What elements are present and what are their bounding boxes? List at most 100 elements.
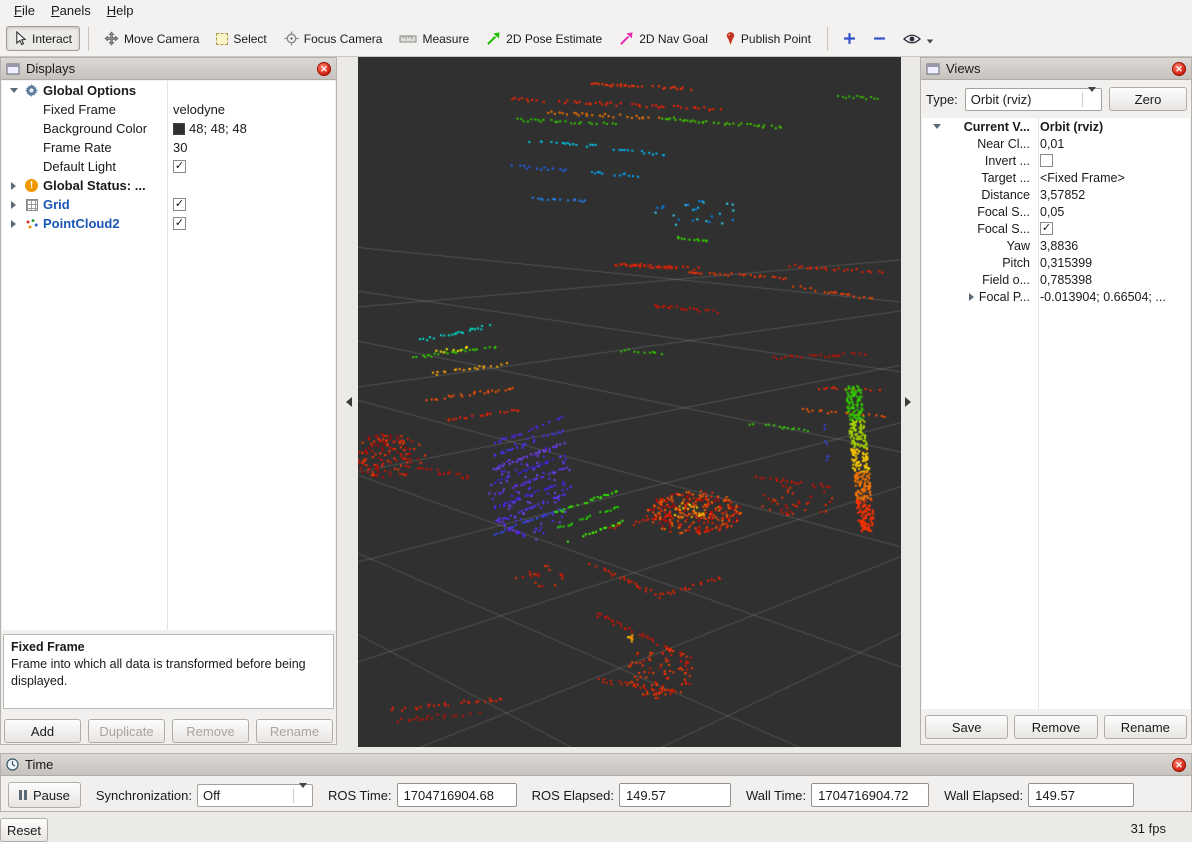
property-value[interactable]: 0,05 xyxy=(1034,205,1190,219)
tool-measure[interactable]: Measure xyxy=(391,27,477,51)
property-row-background-color[interactable]: Background Color 48; 48; 48 xyxy=(2,119,335,138)
property-row-global-options[interactable]: Global Options xyxy=(2,81,335,100)
time-panel-header[interactable]: Time ✕ xyxy=(1,754,1191,776)
rename-button[interactable]: Rename xyxy=(256,719,333,743)
default-light-checkbox[interactable]: ✓ xyxy=(173,160,186,173)
property-value[interactable]: <Fixed Frame> xyxy=(1034,171,1190,185)
view-row-focal-shape-size[interactable]: Focal S... 0,05 xyxy=(922,203,1190,220)
menu-help[interactable]: Help xyxy=(99,2,142,19)
tool-2d-pose-estimate[interactable]: 2D Pose Estimate xyxy=(478,26,610,51)
remove-button[interactable]: Remove xyxy=(1014,715,1097,739)
3d-viewport[interactable] xyxy=(358,57,901,747)
displays-panel-header[interactable]: Displays ✕ xyxy=(1,58,336,80)
tool-move-camera[interactable]: Move Camera xyxy=(96,26,207,51)
chevron-down-icon xyxy=(293,788,307,803)
view-row-target-frame[interactable]: Target ... <Fixed Frame> xyxy=(922,169,1190,186)
property-value[interactable]: 0,01 xyxy=(1034,137,1190,151)
magenta-arrow-icon xyxy=(619,31,634,46)
tool-select[interactable]: Select xyxy=(208,27,274,51)
duplicate-button[interactable]: Duplicate xyxy=(88,719,165,743)
close-icon[interactable]: ✕ xyxy=(1172,758,1186,772)
tool-focus-camera[interactable]: Focus Camera xyxy=(276,26,391,51)
save-button[interactable]: Save xyxy=(925,715,1008,739)
property-value[interactable]: 0,315399 xyxy=(1034,256,1190,270)
property-value[interactable]: 48; 48; 48 xyxy=(168,121,335,136)
pause-label: Pause xyxy=(33,788,70,803)
wall-elapsed-input[interactable]: 149.57 xyxy=(1028,783,1134,807)
ros-elapsed-input[interactable]: 149.57 xyxy=(619,783,731,807)
expander-closed-icon[interactable] xyxy=(969,293,974,301)
expander-open-icon[interactable] xyxy=(7,88,20,93)
splitter-arrow-left[interactable] xyxy=(346,397,352,407)
zero-button[interactable]: Zero xyxy=(1109,87,1187,111)
wall-time-label: Wall Time: xyxy=(746,788,806,803)
property-row-frame-rate[interactable]: Frame Rate 30 xyxy=(2,138,335,157)
close-icon[interactable]: ✕ xyxy=(317,62,331,76)
ros-elapsed-label: ROS Elapsed: xyxy=(532,788,614,803)
view-row-yaw[interactable]: Yaw 3,8836 xyxy=(922,237,1190,254)
property-value[interactable]: 3,8836 xyxy=(1034,239,1190,253)
view-type-row: Type: Orbit (rviz) Zero xyxy=(926,87,1187,111)
view-row-invert-z[interactable]: Invert ... xyxy=(922,152,1190,169)
remove-tool-button[interactable] xyxy=(865,27,894,50)
close-icon[interactable]: ✕ xyxy=(1172,62,1186,76)
property-row-global-status[interactable]: ! Global Status: ... xyxy=(2,176,335,195)
invert-z-checkbox[interactable] xyxy=(1040,154,1053,167)
property-value[interactable]: velodyne xyxy=(168,102,335,117)
add-button[interactable]: Add xyxy=(4,719,81,743)
views-panel-header[interactable]: Views ✕ xyxy=(921,58,1191,80)
expander-closed-icon[interactable] xyxy=(7,220,20,228)
property-value: Orbit (rviz) xyxy=(1034,120,1190,134)
display-row-grid[interactable]: Grid ✓ xyxy=(2,195,335,214)
display-row-pointcloud2[interactable]: PointCloud2 ✓ xyxy=(2,214,335,233)
pause-icon xyxy=(19,790,27,800)
clock-icon xyxy=(6,758,19,771)
menu-file[interactable]: File xyxy=(6,2,43,19)
property-value[interactable]: -0.013904; 0.66504; ... xyxy=(1034,290,1190,304)
pause-button[interactable]: Pause xyxy=(8,782,81,808)
color-swatch xyxy=(173,123,185,135)
menu-panels[interactable]: Panels xyxy=(43,2,99,19)
reset-button[interactable]: Reset xyxy=(0,818,48,842)
focal-shape-checkbox[interactable]: ✓ xyxy=(1040,222,1053,235)
tool-label: Measure xyxy=(422,32,469,46)
tool-2d-nav-goal[interactable]: 2D Nav Goal xyxy=(611,26,716,51)
view-row-near-clip[interactable]: Near Cl... 0,01 xyxy=(922,135,1190,152)
view-row-pitch[interactable]: Pitch 0,315399 xyxy=(922,254,1190,271)
ros-time-input[interactable]: 1704716904.68 xyxy=(397,783,517,807)
move-arrows-icon xyxy=(104,31,119,46)
plus-icon xyxy=(843,32,856,45)
toolbar: Interact Move Camera Select Focus Camera… xyxy=(0,21,1192,57)
view-row-focal-point[interactable]: Focal P... -0.013904; 0.66504; ... xyxy=(922,288,1190,305)
pointcloud-canvas[interactable] xyxy=(358,57,901,747)
wall-time-input[interactable]: 1704716904.72 xyxy=(811,783,929,807)
rename-button[interactable]: Rename xyxy=(1104,715,1187,739)
tool-publish-point[interactable]: Publish Point xyxy=(717,26,819,51)
property-label: Distance xyxy=(981,188,1030,202)
grid-enabled-checkbox[interactable]: ✓ xyxy=(173,198,186,211)
property-row-fixed-frame[interactable]: Fixed Frame velodyne xyxy=(2,100,335,119)
property-row-default-light[interactable]: Default Light ✓ xyxy=(2,157,335,176)
remove-button[interactable]: Remove xyxy=(172,719,249,743)
expander-open-icon[interactable] xyxy=(930,124,943,129)
gear-icon xyxy=(23,84,40,97)
view-row-field-of-view[interactable]: Field o... 0,785398 xyxy=(922,271,1190,288)
expander-closed-icon[interactable] xyxy=(7,182,20,190)
property-label: Global Status: ... xyxy=(43,178,146,193)
add-tool-button[interactable] xyxy=(835,27,864,50)
help-text: Frame into which all data is transformed… xyxy=(11,656,326,690)
sync-combobox[interactable]: Off xyxy=(197,784,313,807)
tool-interact[interactable]: Interact xyxy=(6,26,80,51)
property-value[interactable]: 0,785398 xyxy=(1034,273,1190,287)
view-type-combobox[interactable]: Orbit (rviz) xyxy=(965,88,1102,111)
property-value[interactable]: 3,57852 xyxy=(1034,188,1190,202)
view-row-distance[interactable]: Distance 3,57852 xyxy=(922,186,1190,203)
property-value[interactable]: 30 xyxy=(168,140,335,155)
tool-visibility-button[interactable] xyxy=(895,28,942,50)
splitter-arrow-right[interactable] xyxy=(905,397,911,407)
pointcloud2-enabled-checkbox[interactable]: ✓ xyxy=(173,217,186,230)
view-row-current-view[interactable]: Current V... Orbit (rviz) xyxy=(922,118,1190,135)
view-row-focal-shape-fixed[interactable]: Focal S... ✓ xyxy=(922,220,1190,237)
expander-closed-icon[interactable] xyxy=(7,201,20,209)
tool-label: 2D Pose Estimate xyxy=(506,32,602,46)
